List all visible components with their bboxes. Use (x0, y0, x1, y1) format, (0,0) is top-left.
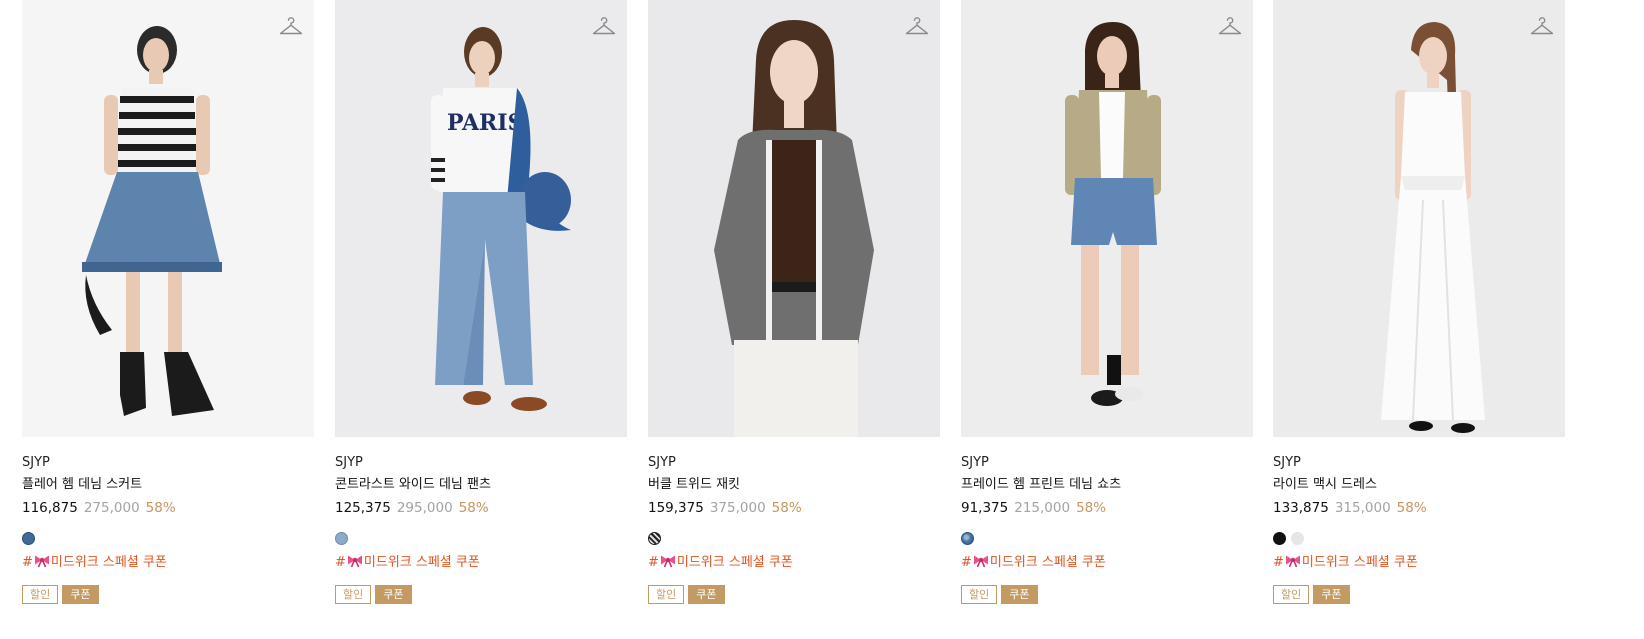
promo-hash: # (648, 555, 659, 570)
color-swatches (22, 532, 314, 546)
product-card[interactable]: SJYP 버클 트위드 재킷 159,375 375,000 58% # 미드위크 스… (648, 0, 940, 604)
coupon-badge: 쿠폰 (62, 585, 99, 604)
price-row: 116,875 275,000 58% (22, 499, 314, 517)
product-brand: SJYP (648, 455, 676, 470)
product-image[interactable] (648, 0, 940, 437)
promo-hash: # (22, 555, 33, 570)
product-brand: SJYP (335, 455, 363, 470)
sale-price: 116,875 (22, 500, 78, 516)
promo-text: 미드위크 스페셜 쿠폰 (676, 555, 793, 570)
original-price: 275,000 (83, 500, 140, 516)
promo-hash: # (961, 555, 972, 570)
promo-hash: # (1273, 555, 1284, 570)
promo-coupon-line[interactable]: # 미드위크 스페셜 쿠폰 (22, 554, 314, 572)
ribbon-bow-icon (347, 555, 362, 568)
color-swatch[interactable] (648, 532, 661, 545)
promo-text: 미드위크 스페셜 쿠폰 (363, 555, 480, 570)
product-brand: SJYP (1273, 455, 1301, 470)
promo-text: 미드위크 스페셜 쿠폰 (50, 555, 167, 570)
badge-row: 할인 쿠폰 (961, 585, 1253, 604)
discount-badge: 할인 (961, 585, 998, 604)
color-swatches (335, 532, 627, 546)
coupon-badge: 쿠폰 (1313, 585, 1350, 604)
color-swatches (961, 532, 1253, 546)
discount-badge: 할인 (648, 585, 685, 604)
ribbon-bow-icon (660, 555, 675, 568)
model-photo (1381, 22, 1485, 433)
svg-text:PARIS: PARIS (447, 110, 523, 136)
product-card[interactable]: SJYP 프레이드 헴 프린트 데님 쇼츠 91,375 215,000 58% #… (961, 0, 1253, 604)
product-image[interactable] (22, 0, 314, 437)
hanger-icon[interactable] (904, 14, 930, 40)
product-brand: SJYP (961, 455, 989, 470)
sale-price: 133,875 (1273, 500, 1329, 516)
discount-rate: 58% (1076, 500, 1107, 516)
price-row: 91,375 215,000 58% (961, 499, 1253, 517)
promo-text: 미드위크 스페셜 쿠폰 (1301, 555, 1418, 570)
color-swatches (1273, 532, 1565, 546)
hanger-icon[interactable] (1529, 14, 1555, 40)
model-photo (714, 20, 874, 437)
promo-coupon-line[interactable]: # 미드위크 스페셜 쿠폰 (961, 554, 1253, 572)
discount-badge: 할인 (1273, 585, 1310, 604)
product-brand: SJYP (22, 455, 50, 470)
discount-badge: 할인 (335, 585, 372, 604)
promo-coupon-line[interactable]: # 미드위크 스페셜 쿠폰 (648, 554, 940, 572)
product-image[interactable] (961, 0, 1253, 437)
discount-rate: 58% (1396, 500, 1427, 516)
product-card[interactable]: PARIS SJYP 콘트라스트 와이드 데님 팬츠 125,375 295,00… (335, 0, 627, 604)
coupon-badge: 쿠폰 (375, 585, 412, 604)
hanger-icon[interactable] (591, 14, 617, 40)
badge-row: 할인 쿠폰 (648, 585, 940, 604)
original-price: 315,000 (1334, 500, 1391, 516)
discount-badge: 할인 (22, 585, 59, 604)
price-row: 159,375 375,000 58% (648, 499, 940, 517)
ribbon-bow-icon (1285, 555, 1300, 568)
sale-price: 91,375 (961, 500, 1009, 516)
hanger-icon[interactable] (1217, 14, 1243, 40)
discount-rate: 58% (458, 500, 489, 516)
original-price: 295,000 (396, 500, 453, 516)
promo-hash: # (335, 555, 346, 570)
color-swatch[interactable] (961, 532, 974, 545)
model-photo: PARIS (431, 27, 571, 411)
original-price: 375,000 (709, 500, 766, 516)
product-name[interactable]: 버클 트위드 재킷 (648, 476, 940, 494)
ribbon-bow-icon (34, 555, 49, 568)
color-swatch[interactable] (1273, 532, 1286, 545)
discount-rate: 58% (771, 500, 802, 516)
sale-price: 159,375 (648, 500, 704, 516)
product-grid: SJYP 플레어 헴 데님 스커트 116,875 275,000 58% # 미드위… (0, 0, 1644, 639)
product-card[interactable]: SJYP 플레어 헴 데님 스커트 116,875 275,000 58% # 미드위… (22, 0, 314, 604)
discount-rate: 58% (145, 500, 176, 516)
product-name[interactable]: 라이트 맥시 드레스 (1273, 476, 1565, 494)
color-swatch[interactable] (335, 532, 348, 545)
price-row: 133,875 315,000 58% (1273, 499, 1565, 517)
model-photo (1065, 22, 1161, 406)
original-price: 215,000 (1014, 500, 1071, 516)
model-photo (82, 26, 222, 416)
product-image[interactable]: PARIS (335, 0, 627, 437)
price-row: 125,375 295,000 58% (335, 499, 627, 517)
badge-row: 할인 쿠폰 (1273, 585, 1565, 604)
ribbon-bow-icon (973, 555, 988, 568)
coupon-badge: 쿠폰 (688, 585, 725, 604)
promo-text: 미드위크 스페셜 쿠폰 (989, 555, 1106, 570)
color-swatch[interactable] (1291, 532, 1304, 545)
sale-price: 125,375 (335, 500, 391, 516)
color-swatches (648, 532, 940, 546)
hanger-icon[interactable] (278, 14, 304, 40)
promo-coupon-line[interactable]: # 미드위크 스페셜 쿠폰 (1273, 554, 1565, 572)
color-swatch[interactable] (22, 532, 35, 545)
product-name[interactable]: 콘트라스트 와이드 데님 팬츠 (335, 476, 627, 494)
badge-row: 할인 쿠폰 (22, 585, 314, 604)
coupon-badge: 쿠폰 (1001, 585, 1038, 604)
product-card[interactable]: SJYP 라이트 맥시 드레스 133,875 315,000 58% # 미드위크 … (1273, 0, 1565, 604)
product-name[interactable]: 플레어 헴 데님 스커트 (22, 476, 314, 494)
product-image[interactable] (1273, 0, 1565, 437)
badge-row: 할인 쿠폰 (335, 585, 627, 604)
product-name[interactable]: 프레이드 헴 프린트 데님 쇼츠 (961, 476, 1253, 494)
promo-coupon-line[interactable]: # 미드위크 스페셜 쿠폰 (335, 554, 627, 572)
